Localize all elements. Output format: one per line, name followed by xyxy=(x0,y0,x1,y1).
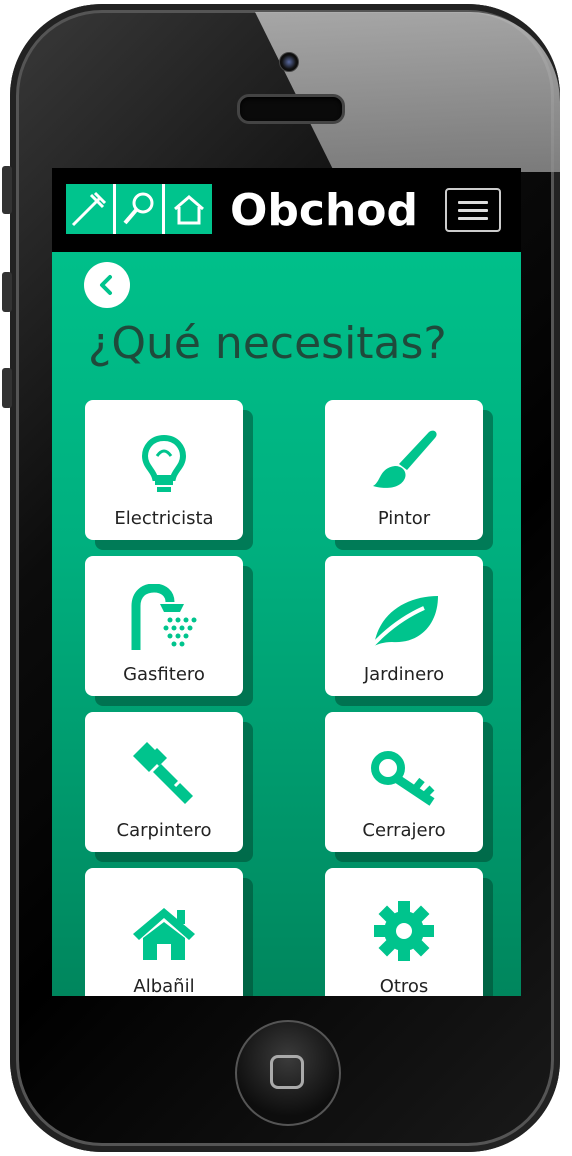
lightbulb-icon xyxy=(141,424,187,494)
service-card-cerrajero[interactable]: Cerrajero xyxy=(325,712,483,852)
service-card-pintor[interactable]: Pintor xyxy=(325,400,483,540)
service-label: Pintor xyxy=(377,508,431,529)
service-label: Gasfitero xyxy=(123,664,205,685)
navbar: Obchod xyxy=(52,168,521,252)
earpiece-speaker xyxy=(237,94,345,124)
shower-icon xyxy=(126,580,202,650)
home-button[interactable] xyxy=(235,1020,341,1126)
back-button[interactable] xyxy=(84,262,130,308)
service-label: Albañil xyxy=(133,976,195,996)
house-icon xyxy=(131,892,197,962)
volume-up-button xyxy=(2,272,12,312)
service-label: Electricista xyxy=(114,508,214,529)
leaf-icon xyxy=(368,580,440,650)
mute-switch xyxy=(2,166,12,214)
logo[interactable] xyxy=(66,184,212,234)
app-screen: Obchod ¿Qué necesitas? Electricista Pint… xyxy=(52,168,521,996)
page-title: ¿Qué necesitas? xyxy=(88,318,447,369)
hamburger-menu-button[interactable] xyxy=(445,188,501,232)
service-card-gasfitero[interactable]: Gasfitero xyxy=(85,556,243,696)
service-card-albanil[interactable]: Albañil xyxy=(85,868,243,996)
service-card-otros[interactable]: Otros xyxy=(325,868,483,996)
service-card-carpintero[interactable]: Carpintero xyxy=(85,712,243,852)
volume-down-button xyxy=(2,368,12,408)
gear-icon xyxy=(373,892,435,962)
logo-house-icon xyxy=(165,184,212,234)
brand-name: Obchod xyxy=(230,185,419,236)
service-label: Jardinero xyxy=(363,664,445,685)
key-icon xyxy=(370,736,438,806)
logo-tools-icon xyxy=(66,184,116,234)
hammer-icon xyxy=(129,736,199,806)
service-label: Cerrajero xyxy=(362,820,446,841)
service-card-jardinero[interactable]: Jardinero xyxy=(325,556,483,696)
home-square-icon xyxy=(270,1055,304,1089)
chevron-left-icon xyxy=(100,275,112,295)
service-label: Carpintero xyxy=(116,820,212,841)
logo-brush-icon xyxy=(116,184,166,234)
paintbrush-icon xyxy=(369,424,439,494)
front-camera xyxy=(279,52,299,72)
service-card-electricista[interactable]: Electricista xyxy=(85,400,243,540)
service-label: Otros xyxy=(379,976,429,996)
glass-reflection xyxy=(255,12,560,172)
